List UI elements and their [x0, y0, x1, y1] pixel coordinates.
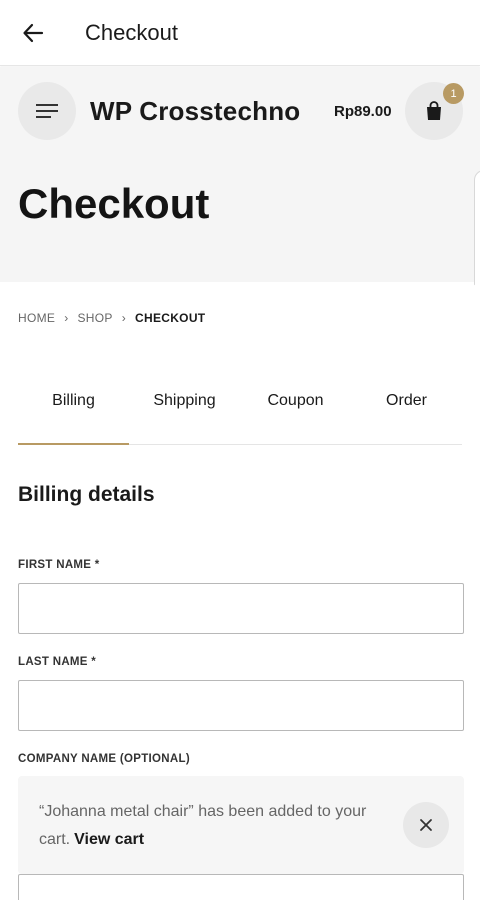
tab-order[interactable]: Order [351, 378, 462, 444]
app-bar-title: Checkout [85, 20, 178, 45]
tab-shipping[interactable]: Shipping [129, 378, 240, 444]
arrow-left-icon [23, 23, 44, 43]
shopping-bag-icon [427, 101, 441, 120]
company-name-label: COMPANY NAME (OPTIONAL) [18, 753, 190, 765]
company-name-field[interactable] [18, 874, 464, 900]
last-name-label: LAST NAME * [18, 656, 97, 668]
breadcrumb-home[interactable]: HOME [18, 311, 55, 325]
last-name-field[interactable] [18, 680, 464, 731]
cart-count-badge: 1 [443, 83, 464, 104]
notice-text: “Johanna metal chair” has been added to … [39, 798, 389, 854]
chevron-right-icon: › [64, 311, 69, 325]
checkout-tabs: Billing Shipping Coupon Order [18, 378, 462, 445]
view-cart-link[interactable]: View cart [74, 831, 144, 848]
first-name-field[interactable] [18, 583, 464, 634]
tab-coupon[interactable]: Coupon [240, 378, 351, 444]
breadcrumb-shop[interactable]: SHOP [78, 311, 113, 325]
close-icon [420, 819, 432, 831]
app-bar: Checkout [0, 0, 480, 66]
breadcrumb-current: CHECKOUT [135, 311, 206, 325]
tab-billing[interactable]: Billing [18, 378, 129, 445]
close-notice-button[interactable] [403, 802, 449, 848]
chevron-right-icon: › [121, 311, 127, 325]
first-name-label: FIRST NAME * [18, 559, 100, 571]
added-to-cart-notice: “Johanna metal chair” has been added to … [18, 776, 464, 874]
breadcrumb: HOME › SHOP › CHECKOUT [18, 311, 205, 325]
page-title: Checkout [18, 180, 210, 227]
menu-icon [36, 104, 58, 118]
cart-total[interactable]: Rp89.00 [334, 103, 392, 120]
menu-button[interactable] [18, 82, 76, 140]
billing-details-title: Billing details [18, 483, 155, 506]
site-title[interactable]: WP Crosstechno [90, 96, 300, 127]
back-button[interactable] [18, 18, 48, 48]
